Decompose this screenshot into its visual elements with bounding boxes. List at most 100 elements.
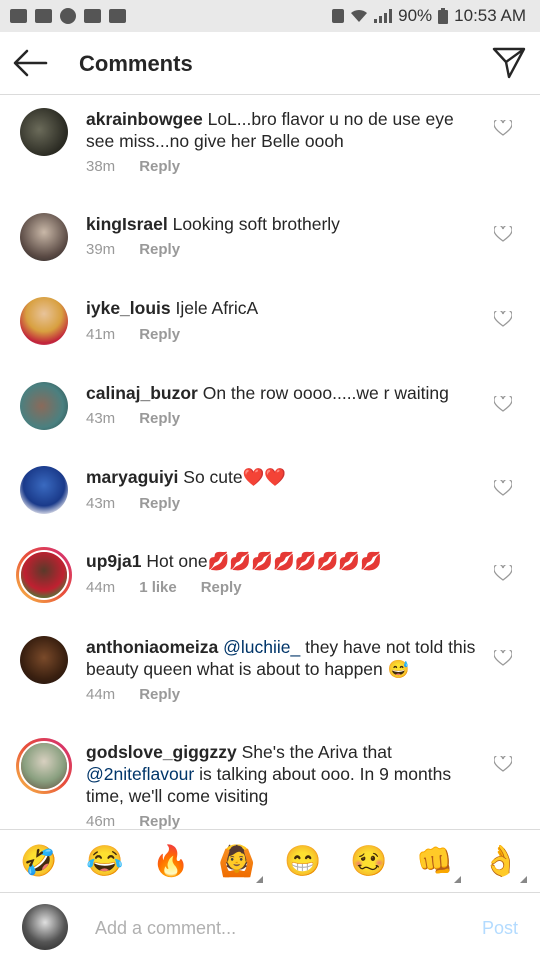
skin-tone-indicator-icon [454,875,461,883]
reply-button[interactable]: Reply [139,686,180,703]
avatar[interactable] [16,738,72,794]
avatar[interactable] [16,547,72,603]
comment-composer: Post [0,894,540,960]
comment-username[interactable]: akrainbowgee [86,109,203,129]
tears-of-joy-emoji-button[interactable]: 😂 [85,844,125,879]
emoji-quick-bar: 🤣 😂 🔥 🙆 😁 🥴 👊 👌 [0,829,540,893]
comment-username[interactable]: godslove_giggzzy [86,742,237,762]
message-icon [35,9,52,23]
reply-button[interactable]: Reply [139,813,180,829]
avatar[interactable] [20,636,68,684]
comment-body: maryaguiyi So cute❤️❤️ [86,466,486,488]
comment-meta: 44m Reply [86,686,180,703]
comment-mention[interactable]: @luchiie_ [223,637,300,657]
status-bar: 90% 10:53 AM [0,0,540,32]
gallery-icon [84,9,101,23]
ok-hand-emoji-button[interactable]: 👌 [481,844,527,883]
woozy-emoji-button[interactable]: 🥴 [349,844,389,879]
comment-body: godslove_giggzzy She's the Ariva that @2… [86,741,486,807]
like-heart-icon[interactable] [494,311,512,327]
comment-body: calinaj_buzor On the row oooo.....we r w… [86,382,486,404]
direct-send-icon[interactable] [492,46,526,80]
system-icons: 90% 10:53 AM [332,6,526,26]
my-avatar [22,904,68,950]
comment-username[interactable]: kingIsrael [86,214,168,234]
comment-username[interactable]: maryaguiyi [86,467,178,487]
comment-meta: 44m 1 like Reply [86,579,242,596]
comment-body: anthoniaomeiza @luchiie_ they have not t… [86,636,486,680]
comment-username[interactable]: up9ja1 [86,551,141,571]
comment-body: up9ja1 Hot one💋💋💋💋💋💋💋💋 [86,550,486,572]
comment-meta: 39m Reply [86,241,180,258]
reply-button[interactable]: Reply [139,410,180,427]
like-heart-icon[interactable] [494,756,512,772]
comment-body: akrainbowgee LoL...bro flavor u no de us… [86,108,486,152]
like-heart-icon[interactable] [494,396,512,412]
emoji-glyph: 👌 [482,844,520,878]
comment-mention[interactable]: @2niteflavour [86,764,194,784]
like-heart-icon[interactable] [494,650,512,666]
fire-emoji-button[interactable]: 🔥 [151,844,191,879]
like-heart-icon[interactable] [494,565,512,581]
avatar[interactable] [20,466,68,514]
comment-text-before: She's the Ariva that [241,742,392,762]
comment-meta: 43m Reply [86,410,180,427]
comment-body: iyke_louis Ijele AfricA [86,297,486,319]
notification-icons [10,8,126,24]
battery-icon [438,8,449,24]
signal-icon [374,9,393,23]
grin-emoji-button[interactable]: 😁 [283,844,323,879]
emoji-glyph: 🙆 [218,844,256,878]
likes-count[interactable]: 1 like [139,579,177,596]
comment-input[interactable] [95,914,455,942]
avatar[interactable] [20,213,68,261]
reply-button[interactable]: Reply [139,326,180,343]
like-heart-icon[interactable] [494,226,512,242]
battery-percent: 90% [398,6,433,25]
comment-meta: 41m Reply [86,326,180,343]
avatar[interactable] [20,297,68,345]
comments-list[interactable]: akrainbowgee LoL...bro flavor u no de us… [0,96,540,829]
post-button[interactable]: Post [482,918,518,939]
comment-body: kingIsrael Looking soft brotherly [86,213,486,235]
comment-time: 43m [86,410,116,427]
person-gesture-emoji-button[interactable]: 🙆 [217,844,263,883]
skin-tone-indicator-icon [256,875,263,883]
sim-icon [332,9,345,23]
comment-text: Ijele AfricA [175,298,259,318]
comment-time: 41m [86,326,116,343]
back-arrow-icon[interactable] [12,48,48,78]
whatsapp-icon [60,8,76,24]
gmail-icon [10,9,27,23]
wifi-icon [351,9,368,22]
comment-time: 44m [86,686,116,703]
page-title: Comments [79,51,193,76]
reply-button[interactable]: Reply [139,241,180,258]
comment-username[interactable]: anthoniaomeiza [86,637,218,657]
comment-time: 38m [86,158,116,175]
comment-meta: 43m Reply [86,495,180,512]
like-heart-icon[interactable] [494,480,512,496]
reply-button[interactable]: Reply [139,158,180,175]
fist-emoji-button[interactable]: 👊 [415,844,461,883]
like-heart-icon[interactable] [494,120,512,136]
comment-text: So cute❤️❤️ [183,467,287,487]
comments-header: Comments [0,32,540,95]
reply-button[interactable]: Reply [201,579,242,596]
avatar[interactable] [20,382,68,430]
comment-time: 39m [86,241,116,258]
email-icon [109,9,126,23]
comment-username[interactable]: calinaj_buzor [86,383,198,403]
comment-text: Hot one💋💋💋💋💋💋💋💋 [146,551,382,571]
comment-time: 46m [86,813,116,829]
rofl-emoji-button[interactable]: 🤣 [19,844,59,879]
comment-text: On the row oooo.....we r waiting [202,383,449,403]
comment-time: 43m [86,495,116,512]
reply-button[interactable]: Reply [139,495,180,512]
comment-username[interactable]: iyke_louis [86,298,171,318]
comment-time: 44m [86,579,116,596]
comment-meta: 38m Reply [86,158,180,175]
avatar[interactable] [20,108,68,156]
comment-text: Looking soft brotherly [172,214,340,234]
comment-meta: 46m Reply [86,813,180,829]
